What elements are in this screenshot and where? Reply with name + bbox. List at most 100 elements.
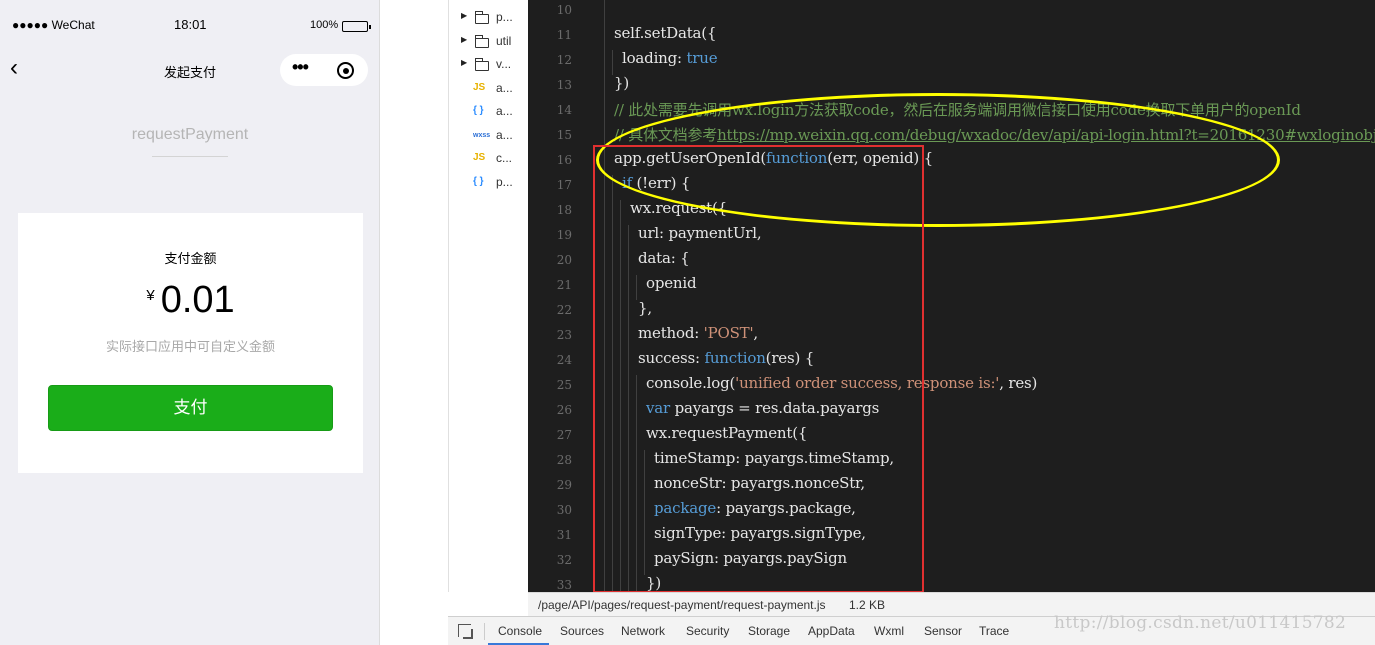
more-dots-icon[interactable]: ••• [292, 57, 309, 78]
indent-guide [604, 425, 605, 450]
indent-guide [612, 225, 613, 250]
capsule-menu: ••• [280, 54, 368, 86]
indent-guide [604, 275, 605, 300]
line-number: 33 [556, 578, 572, 592]
code-token: // 此处需要先调用wx.login方法获取code，然后在服务端调用微信接口使… [614, 101, 1301, 119]
code-line: self.setData({ [614, 24, 716, 42]
tree-item-folder[interactable]: ▶ p... [449, 8, 529, 28]
indent-guide [628, 375, 629, 400]
code-token: 'unified order success, response is:' [735, 374, 1000, 392]
indent-guide [620, 350, 621, 375]
line-number: 31 [556, 528, 572, 542]
code-token: nonceStr: payargs.nonceStr, [654, 474, 865, 492]
tab-console[interactable]: Console [498, 624, 542, 638]
caret-right-icon[interactable]: ▶ [461, 35, 467, 44]
code-line: openid [646, 274, 697, 292]
indent-guide [604, 175, 605, 200]
js-file-icon: JS [473, 81, 486, 93]
code-token: , [753, 324, 758, 342]
pay-button[interactable]: 支付 [48, 385, 333, 431]
line-number: 15 [556, 128, 572, 142]
caret-right-icon[interactable]: ▶ [461, 11, 467, 20]
indent-guide [620, 275, 621, 300]
indent-guide [604, 150, 605, 175]
clock-time: 18:01 [174, 17, 207, 32]
tree-item-label: a... [496, 80, 513, 95]
indent-guide [604, 500, 605, 525]
tab-security[interactable]: Security [686, 624, 729, 638]
phone-simulator: ●●●●● WeChat 18:01 100% ‹ 发起支付 ••• reque… [0, 0, 380, 645]
file-size: 1.2 KB [849, 598, 886, 612]
tree-item-json[interactable]: { } a... [449, 102, 529, 122]
caret-right-icon[interactable]: ▶ [461, 58, 467, 67]
battery-percent: 100% [310, 19, 339, 31]
line-number: 28 [556, 453, 572, 467]
indent-guide [620, 500, 621, 525]
target-circle-icon[interactable] [337, 62, 354, 79]
indent-guide [612, 450, 613, 475]
indent-guide [644, 525, 645, 550]
indent-guide [604, 300, 605, 325]
tree-item-js[interactable]: JS c... [449, 149, 529, 169]
tree-item-wxss[interactable]: wxss a... [449, 126, 529, 146]
code-line: }) [614, 74, 629, 92]
code-token: }) [614, 74, 629, 92]
code-token: (err, openid) { [827, 149, 933, 167]
code-token: url: paymentUrl, [638, 224, 762, 242]
indent-guide [636, 575, 637, 592]
code-token: method: [638, 324, 704, 342]
code-line: app.getUserOpenId(function(err, openid) … [614, 149, 933, 167]
tree-item-label: a... [496, 127, 513, 142]
indent-guide [612, 275, 613, 300]
tree-item-label: a... [496, 104, 513, 118]
nav-bar: ‹ 发起支付 ••• [0, 50, 380, 90]
code-line: timeStamp: payargs.timeStamp, [654, 449, 894, 467]
line-number: 26 [556, 403, 572, 417]
indent-guide [628, 225, 629, 250]
line-number: 13 [556, 78, 572, 92]
tab-storage[interactable]: Storage [748, 624, 790, 638]
inspect-cursor-icon[interactable] [458, 624, 471, 637]
line-number: 27 [556, 428, 572, 442]
tree-item-folder[interactable]: ▶ util [449, 32, 529, 52]
tab-sensor[interactable]: Sensor [924, 624, 962, 638]
line-number: 30 [556, 503, 572, 517]
wxss-file-icon: wxss [473, 131, 491, 139]
code-token: self.setData({ [614, 24, 717, 42]
indent-guide [612, 325, 613, 350]
indent-guide [620, 575, 621, 592]
code-line: }, [638, 299, 652, 317]
indent-guide [628, 475, 629, 500]
tab-wxml[interactable]: Wxml [874, 624, 904, 638]
battery-icon [342, 21, 371, 32]
line-number: 25 [556, 378, 572, 392]
amount-label: 支付金额 [164, 251, 217, 266]
indent-guide [636, 500, 637, 525]
code-line: wx.request({ [630, 199, 727, 217]
tree-item-json[interactable]: { } p... [449, 173, 529, 193]
tree-item-js[interactable]: JS a... [449, 79, 529, 99]
indent-guide [612, 525, 613, 550]
line-number: 22 [556, 303, 572, 317]
code-token: https://mp.weixin.qq.com/debug/wxadoc/de… [717, 126, 1375, 144]
line-number: 21 [556, 278, 572, 292]
indent-guide [612, 175, 613, 200]
code-token: }, [638, 299, 652, 317]
tab-appdata[interactable]: AppData [808, 624, 855, 638]
status-bar: ●●●●● WeChat 18:01 100% [0, 14, 380, 38]
tree-item-folder[interactable]: ▶ v... [449, 55, 529, 75]
indent-guide [628, 525, 629, 550]
code-line: loading: true [622, 49, 718, 67]
code-line: package: payargs.package, [654, 499, 856, 517]
tab-trace[interactable]: Trace [979, 624, 1009, 638]
code-line: }) [646, 574, 661, 592]
code-token: var [646, 399, 670, 417]
tab-sources[interactable]: Sources [560, 624, 604, 638]
code-editor[interactable]: 10 11 12 13 14 15 16 17 18 19 20 21 22 23 24 25 26 27 28 29… [528, 0, 1375, 592]
indent-guide [644, 450, 645, 475]
code-line: signType: payargs.signType, [654, 524, 866, 542]
indent-guide [604, 125, 605, 150]
tab-network[interactable]: Network [621, 624, 665, 638]
tree-item-label: p... [496, 174, 513, 189]
code-token: true [686, 49, 718, 67]
